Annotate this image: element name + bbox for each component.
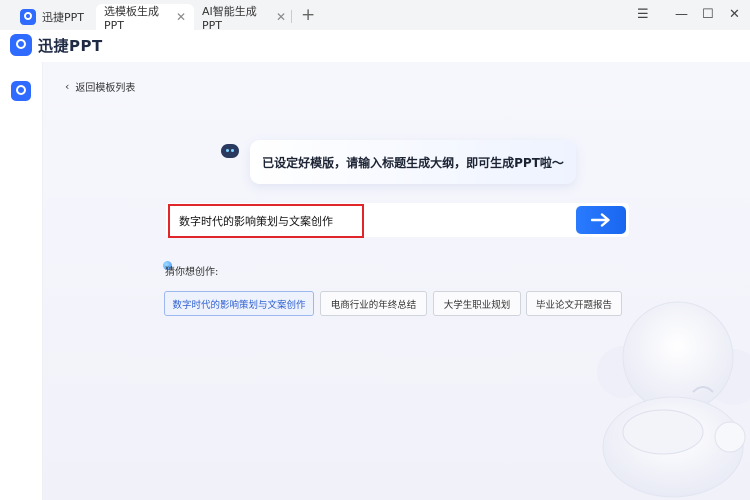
title-input-box: 数字时代的影响策划与文案创作 xyxy=(166,203,629,238)
tab-home-label: 迅捷PPT xyxy=(42,11,84,24)
tab-divider xyxy=(291,10,292,23)
chevron-left-icon: ‹ xyxy=(65,80,70,93)
maximize-icon[interactable]: ☐ xyxy=(702,5,714,25)
tab-ai-generate[interactable]: AI智能生成PPT ✕ xyxy=(194,4,294,32)
robot-icon xyxy=(221,144,239,158)
back-to-templates-link[interactable]: ‹ 返回模板列表 xyxy=(65,79,135,94)
arrow-right-icon xyxy=(591,213,610,227)
add-tab-icon[interactable]: + xyxy=(301,5,315,25)
title-input-value: 数字时代的影响策划与文案创作 xyxy=(179,215,333,228)
prompt-bubble: 已设定好模版，请输入标题生成大纲，即可生成PPT啦～ xyxy=(250,140,576,184)
back-label: 返回模板列表 xyxy=(75,83,136,94)
mascot-illustration xyxy=(597,301,750,498)
tab-bar: 迅捷PPT 选模板生成PPT ✕ AI智能生成PPT ✕ + ☰ — ☐ ✕ xyxy=(0,0,750,32)
sidebar-home-icon[interactable] xyxy=(11,81,31,101)
tab-template-generate-label: 选模板生成PPT xyxy=(104,4,159,32)
prompt-message: 已设定好模版，请输入标题生成大纲，即可生成PPT啦～ xyxy=(262,155,564,170)
suggestions-title: 猜你想创作: xyxy=(165,267,219,278)
main-panel: ‹ 返回模板列表 已设定好模版，请输入标题生成大纲，即可生成PPT啦～ 数字时代… xyxy=(43,62,750,500)
close-tab-icon[interactable]: ✕ xyxy=(276,10,286,24)
close-window-icon[interactable]: ✕ xyxy=(729,5,740,25)
menu-icon[interactable]: ☰ xyxy=(637,5,649,25)
close-tab-icon[interactable]: ✕ xyxy=(176,10,186,24)
tab-template-generate[interactable]: 选模板生成PPT ✕ xyxy=(96,4,194,32)
generate-button[interactable] xyxy=(576,206,626,234)
suggestion-chip[interactable]: 电商行业的年终总结 xyxy=(320,291,427,316)
app-name: 迅捷PPT xyxy=(38,37,103,55)
minimize-icon[interactable]: — xyxy=(675,5,688,25)
suggestion-chip[interactable]: 大学生职业规划 xyxy=(433,291,521,316)
tab-ai-generate-label: AI智能生成PPT xyxy=(202,4,257,32)
suggestion-chip[interactable]: 数字时代的影响策划与文案创作 xyxy=(164,291,314,316)
title-input[interactable]: 数字时代的影响策划与文案创作 xyxy=(168,204,364,238)
sidebar xyxy=(0,62,43,500)
app-header: 迅捷PPT xyxy=(0,30,750,62)
app-logo-icon xyxy=(20,9,36,25)
tab-home[interactable]: 迅捷PPT xyxy=(12,4,96,30)
app-logo-icon xyxy=(10,34,32,56)
